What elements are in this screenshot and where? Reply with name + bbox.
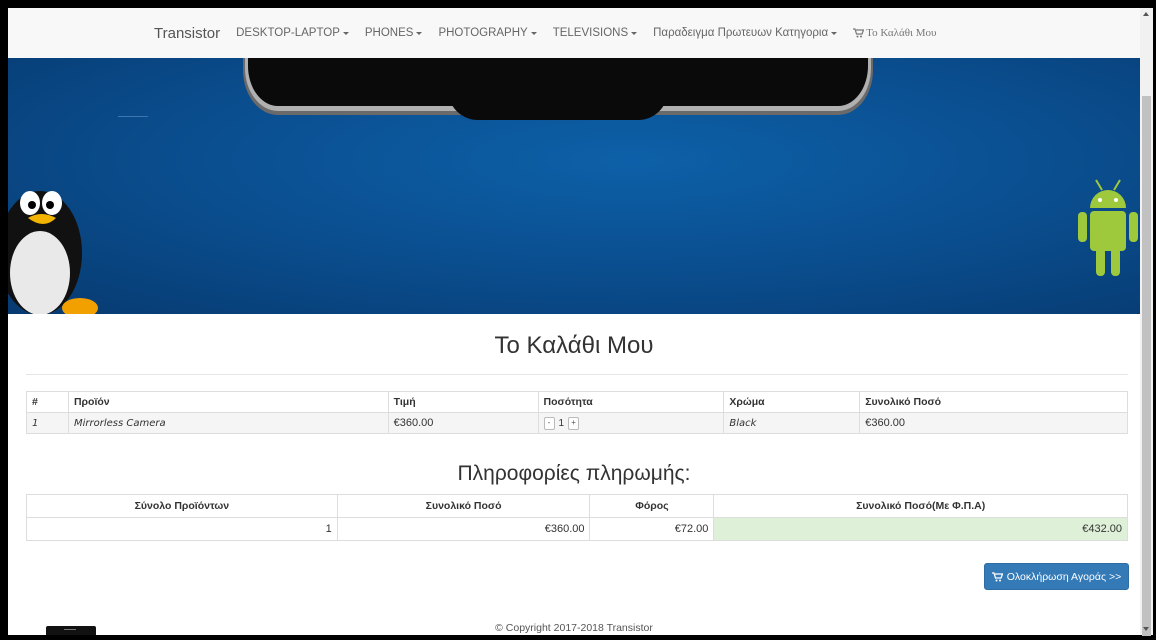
nav-example-category[interactable]: Παραδειγμα Πρωτευων Κατηγορια bbox=[653, 27, 838, 39]
table-row: 1 €360.00 €72.00 €432.00 bbox=[26, 517, 1128, 541]
page-title: Το Καλάθι Μου bbox=[494, 332, 654, 359]
scroll-up-icon[interactable] bbox=[1143, 12, 1149, 16]
column-header: Συνολικό Ποσό bbox=[336, 494, 591, 518]
column-header: Συνολικό Ποσό(Με Φ.Π.Α) bbox=[713, 494, 1128, 518]
caret-down-icon bbox=[530, 31, 537, 35]
decrease-quantity-button[interactable]: - bbox=[543, 416, 555, 430]
caret-down-icon bbox=[342, 31, 349, 35]
tux-penguin-image bbox=[8, 191, 98, 314]
android-robot-image bbox=[1078, 179, 1138, 276]
column-header: Ποσότητα bbox=[537, 391, 725, 413]
column-header: Φόρος bbox=[589, 494, 715, 518]
scrollbar-thumb[interactable] bbox=[1142, 96, 1151, 636]
subtotal-amount: €360.00 bbox=[336, 517, 591, 541]
nav-televisions[interactable]: TELEVISIONS bbox=[553, 27, 638, 39]
tax-amount: €72.00 bbox=[589, 517, 715, 541]
nav-cart-link[interactable]: Το Καλάθι Μου bbox=[853, 27, 936, 39]
checkout-button[interactable]: Ολοκλήρωση Αγοράς >> bbox=[984, 563, 1129, 590]
shopping-cart-icon bbox=[853, 28, 865, 38]
nav-desktop-laptop[interactable]: DESKTOP-LAPTOP bbox=[236, 27, 349, 39]
divider bbox=[26, 374, 1128, 375]
total-items: 1 bbox=[26, 517, 338, 541]
increase-quantity-button[interactable]: + bbox=[568, 416, 580, 430]
nav-phones[interactable]: PHONES bbox=[365, 27, 423, 39]
column-header: Σύνολο Προϊόντων bbox=[26, 494, 338, 518]
phone-illustration bbox=[248, 58, 868, 120]
brand-link[interactable]: Transistor bbox=[154, 25, 220, 42]
payment-table: Σύνολο Προϊόντων Συνολικό Ποσό Φόρος Συν… bbox=[26, 494, 1128, 541]
column-header: Προϊόν bbox=[67, 391, 389, 413]
cart-table: # Προϊόν Τιμή Ποσότητα Χρώμα Συνολικό Πο… bbox=[26, 391, 1128, 434]
table-row: 1 Mirrorless Camera €360.00 - 1 + Black … bbox=[26, 412, 1128, 434]
caret-down-icon bbox=[831, 31, 838, 35]
nav-photography[interactable]: PHOTOGRAPHY bbox=[438, 27, 537, 39]
scroll-down-icon[interactable] bbox=[1143, 627, 1149, 631]
row-index: 1 bbox=[26, 412, 69, 434]
column-header: Τιμή bbox=[387, 391, 539, 413]
caret-down-icon bbox=[631, 31, 638, 35]
product-name: Mirrorless Camera bbox=[67, 412, 389, 434]
row-total: €360.00 bbox=[859, 412, 1128, 434]
cart-table-header: # Προϊόν Τιμή Ποσότητα Χρώμα Συνολικό Πο… bbox=[26, 391, 1128, 413]
shopping-cart-icon bbox=[991, 571, 1003, 581]
product-price: €360.00 bbox=[387, 412, 539, 434]
quantity-stepper: - 1 + bbox=[537, 412, 725, 434]
vertical-scrollbar[interactable] bbox=[1140, 8, 1153, 636]
quantity-value: 1 bbox=[558, 417, 565, 429]
column-header: Χρώμα bbox=[723, 391, 861, 413]
product-color: Black bbox=[723, 412, 861, 434]
floating-widget-button[interactable] bbox=[46, 626, 96, 635]
footer-copyright: © Copyright 2017-2018 Transistor bbox=[495, 622, 653, 634]
caret-down-icon bbox=[416, 31, 423, 35]
column-header: # bbox=[26, 391, 69, 413]
hero-banner bbox=[8, 58, 1140, 314]
column-header: Συνολικό Ποσό bbox=[859, 391, 1128, 413]
checkout-label: Ολοκλήρωση Αγοράς >> bbox=[1006, 570, 1122, 583]
navbar: Transistor DESKTOP-LAPTOP PHONES PHOTOGR… bbox=[8, 8, 1140, 59]
page-frame: Transistor DESKTOP-LAPTOP PHONES PHOTOGR… bbox=[8, 8, 1140, 635]
payment-title: Πληροφορίες πληρωμής: bbox=[457, 462, 691, 485]
grand-total-amount: €432.00 bbox=[713, 517, 1128, 541]
payment-table-header: Σύνολο Προϊόντων Συνολικό Ποσό Φόρος Συν… bbox=[26, 494, 1128, 518]
